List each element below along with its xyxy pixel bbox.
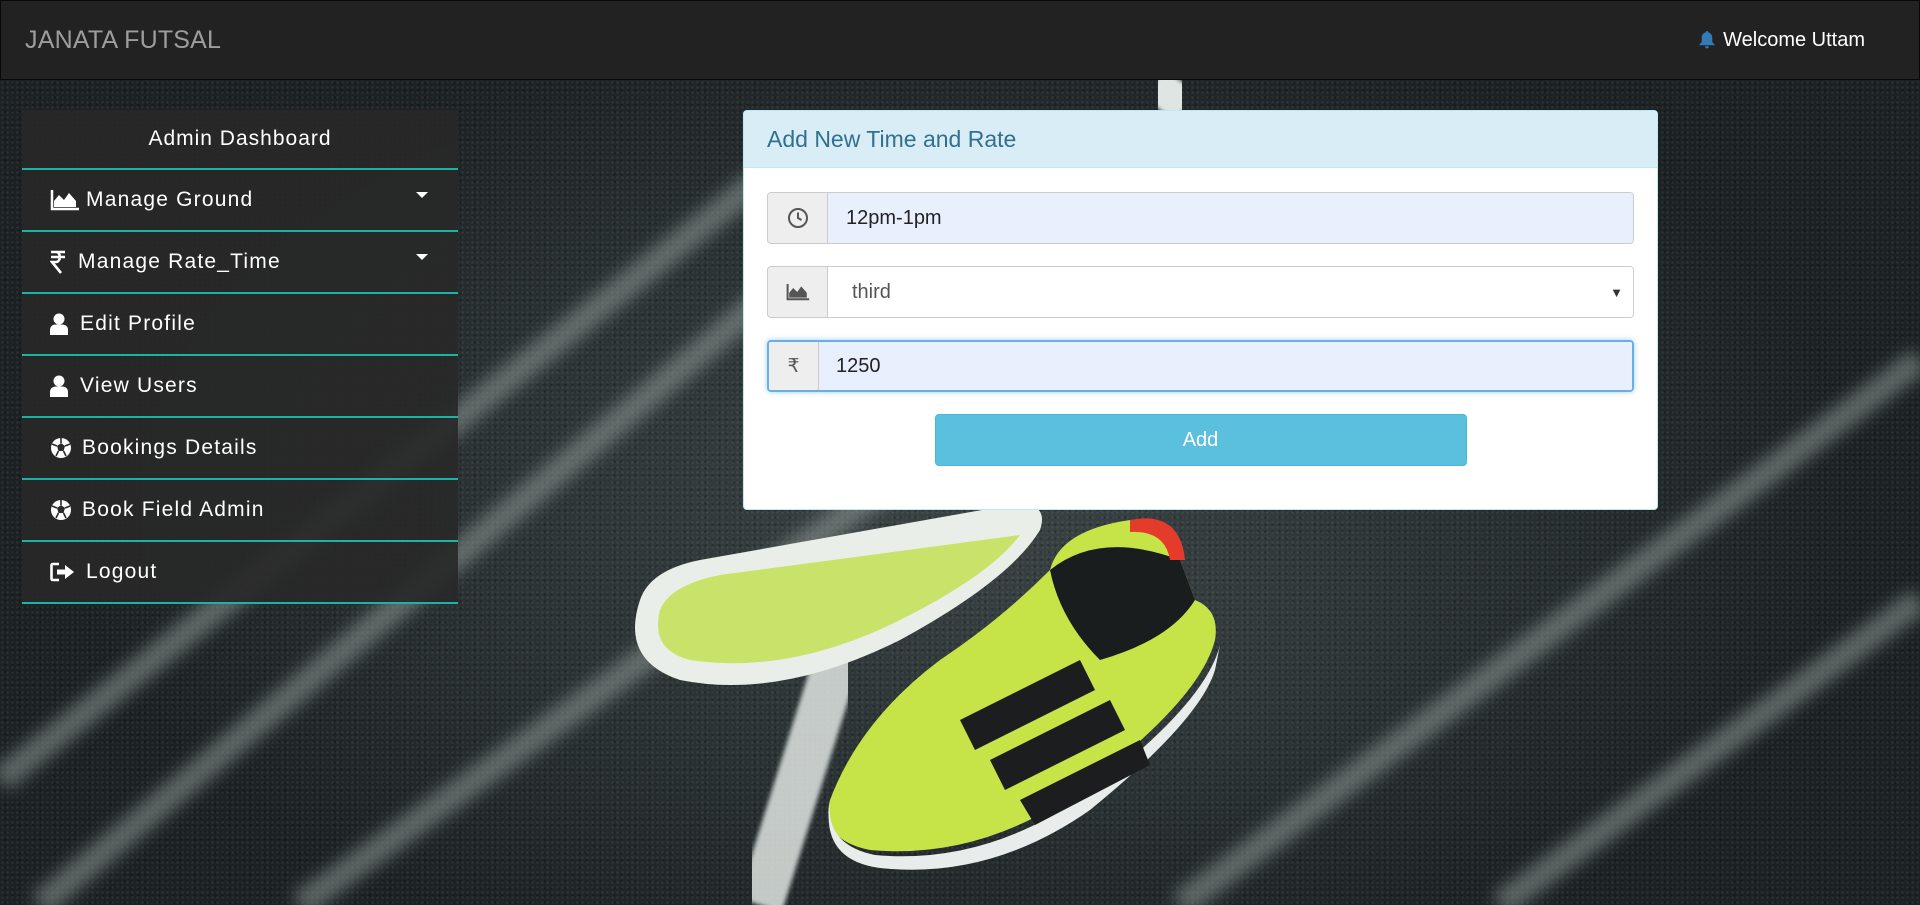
sidebar-item-label: Book Field Admin xyxy=(82,498,265,521)
dropdown-arrow-icon: ▼ xyxy=(1610,285,1623,300)
caret-down-icon xyxy=(416,254,428,260)
sidebar-item-label: View Users xyxy=(80,374,198,397)
panel-title: Add New Time and Rate xyxy=(744,111,1657,168)
sign-out-icon xyxy=(50,562,80,582)
sidebar-item-manage-rate-time[interactable]: Manage Rate_Time xyxy=(22,232,458,294)
sidebar-item-bookings-details[interactable]: Bookings Details xyxy=(22,418,458,480)
rupee-symbol: ₹ xyxy=(787,355,800,377)
rupee-icon: ₹ xyxy=(769,342,819,390)
sidebar-item-edit-profile[interactable]: Edit Profile xyxy=(22,294,458,356)
user-icon xyxy=(50,313,74,335)
ground-select[interactable]: third ▼ xyxy=(828,267,1633,317)
add-button[interactable]: Add xyxy=(934,414,1467,466)
clock-icon xyxy=(768,193,828,243)
add-time-rate-panel: Add New Time and Rate third ▼ ₹ Add xyxy=(743,110,1658,510)
admin-sidebar: Admin Dashboard Manage Ground Manage Rat… xyxy=(22,110,458,604)
time-input[interactable] xyxy=(828,193,1633,243)
area-chart-icon xyxy=(50,189,80,211)
top-navbar: JANATA FUTSAL Welcome Uttam xyxy=(0,0,1920,80)
sidebar-item-logout[interactable]: Logout xyxy=(22,542,458,604)
soccer-ball-icon xyxy=(50,499,76,521)
bell-icon xyxy=(1699,31,1715,49)
user-welcome[interactable]: Welcome Uttam xyxy=(1699,29,1865,52)
add-time-rate-form: third ▼ ₹ Add xyxy=(744,168,1657,490)
ground-select-value: third xyxy=(852,280,891,303)
sidebar-item-label: Logout xyxy=(86,560,158,583)
rupee-icon xyxy=(50,250,72,274)
user-icon xyxy=(50,375,74,397)
sidebar-item-label: Edit Profile xyxy=(80,312,196,335)
area-chart-icon xyxy=(768,267,828,317)
sidebar-item-book-field-admin[interactable]: Book Field Admin xyxy=(22,480,458,542)
sidebar-item-manage-ground[interactable]: Manage Ground xyxy=(22,170,458,232)
sidebar-item-label: Bookings Details xyxy=(82,436,258,459)
welcome-text: Welcome Uttam xyxy=(1723,28,1865,51)
sidebar-title: Admin Dashboard xyxy=(22,110,458,170)
caret-down-icon xyxy=(416,192,428,198)
ground-select-group: third ▼ xyxy=(767,266,1634,318)
brand-logo-link[interactable]: JANATA FUTSAL xyxy=(25,26,221,55)
sidebar-item-view-users[interactable]: View Users xyxy=(22,356,458,418)
sidebar-item-label: Manage Ground xyxy=(86,188,254,211)
rate-input-group: ₹ xyxy=(767,340,1634,392)
time-input-group xyxy=(767,192,1634,244)
sidebar-item-label: Manage Rate_Time xyxy=(78,250,281,273)
rate-input[interactable] xyxy=(819,342,1632,390)
soccer-ball-icon xyxy=(50,437,76,459)
